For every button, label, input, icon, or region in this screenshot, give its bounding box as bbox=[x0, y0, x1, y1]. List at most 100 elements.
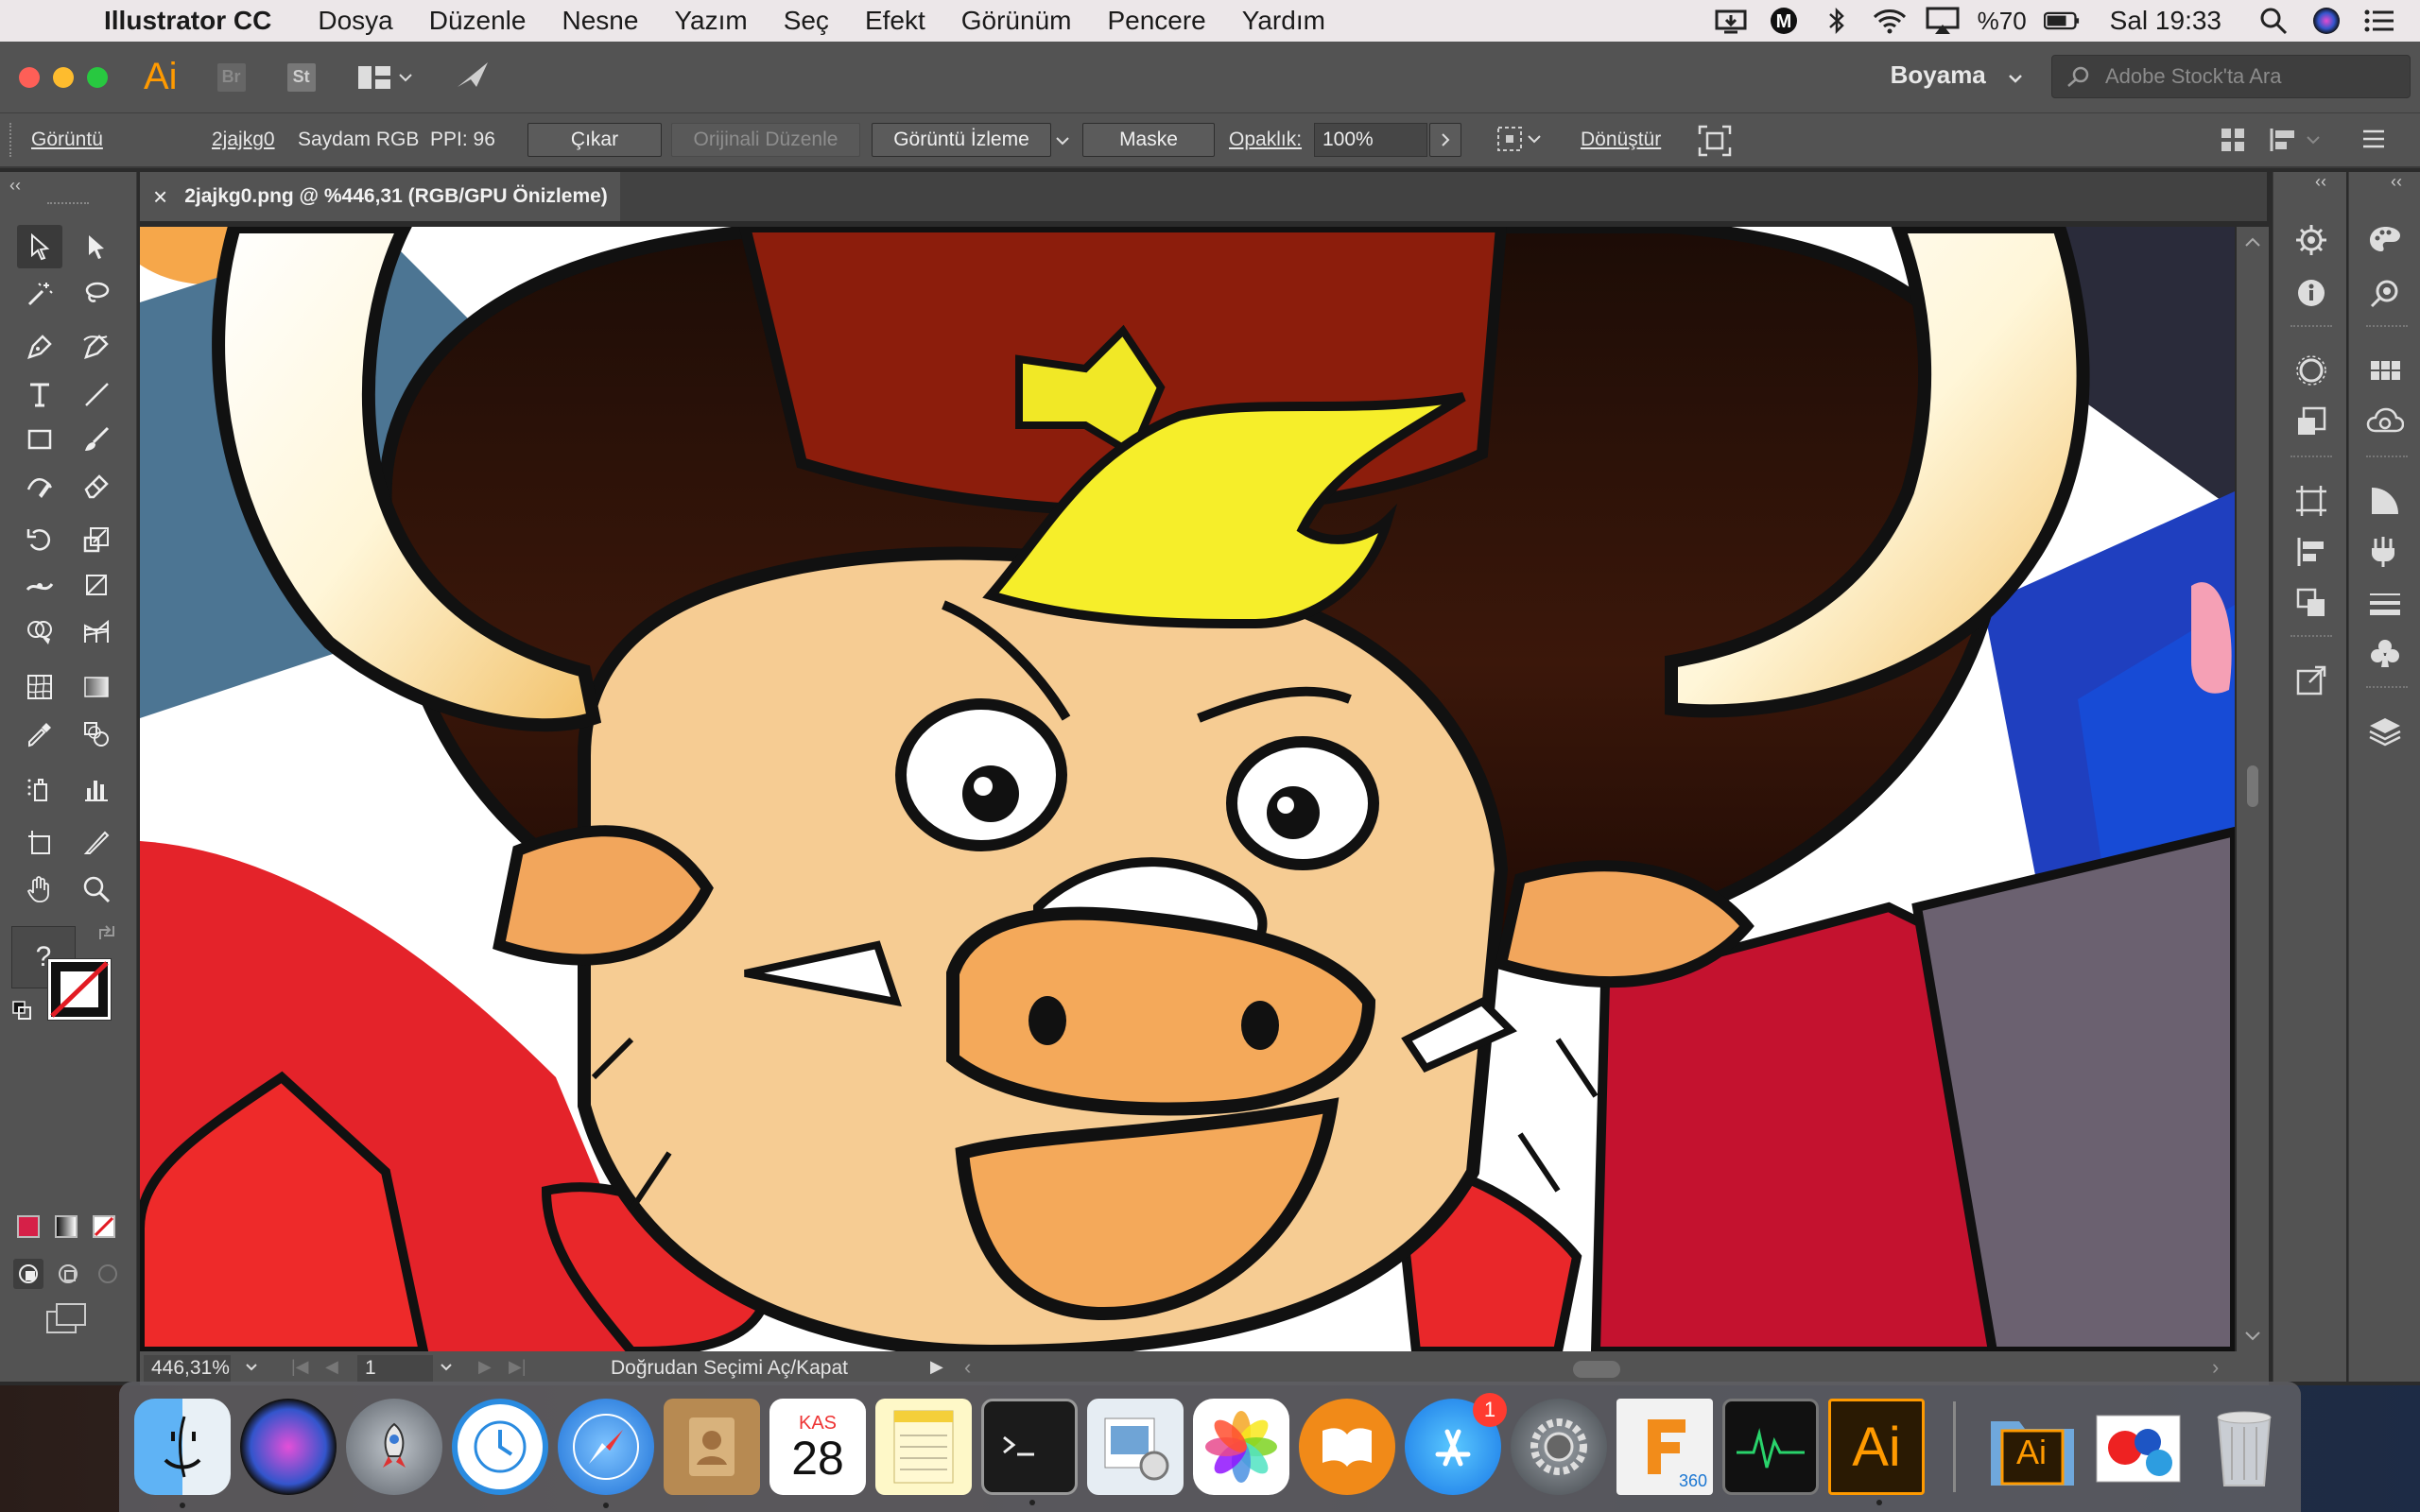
rotate-tool-icon[interactable] bbox=[17, 518, 62, 561]
artboard-dropdown[interactable] bbox=[439, 1357, 454, 1382]
draw-normal-icon[interactable] bbox=[13, 1259, 43, 1289]
calendar-app-icon[interactable]: KAS 28 bbox=[769, 1399, 866, 1495]
collapse-dock-icon[interactable]: ‹‹ bbox=[2391, 172, 2402, 192]
color-mode-button[interactable] bbox=[17, 1215, 40, 1238]
collapse-dock-icon[interactable]: ‹‹ bbox=[2315, 172, 2326, 192]
dock-group-grip[interactable] bbox=[2366, 325, 2408, 327]
ibooks-app-icon[interactable] bbox=[1299, 1399, 1395, 1495]
wifi-icon[interactable] bbox=[1872, 6, 1908, 36]
illustrator-folder-stack[interactable]: Ai bbox=[1984, 1399, 2081, 1495]
hand-tool-icon[interactable] bbox=[17, 868, 62, 911]
workspace-switcher[interactable]: Boyama bbox=[1891, 60, 2023, 90]
menu-edit[interactable]: Düzenle bbox=[411, 6, 544, 36]
first-artboard-icon[interactable]: |◀ bbox=[291, 1357, 309, 1377]
status-menu-icon[interactable]: ▶ bbox=[930, 1357, 943, 1377]
vertical-scrollbar[interactable] bbox=[2237, 227, 2269, 1351]
gradient-tool-icon[interactable] bbox=[74, 665, 119, 709]
free-transform-tool-icon[interactable] bbox=[74, 563, 119, 607]
draw-inside-icon[interactable] bbox=[93, 1259, 123, 1289]
document-tab[interactable]: × 2jajkg0.png @ %446,31 (RGB/GPU Önizlem… bbox=[140, 172, 620, 221]
crop-image-icon[interactable] bbox=[1698, 125, 1732, 163]
navigator-icon[interactable] bbox=[2289, 217, 2334, 263]
graphic-styles-icon[interactable] bbox=[2289, 399, 2334, 444]
minimize-window-button[interactable] bbox=[53, 66, 74, 88]
transform-link[interactable]: Dönüştür bbox=[1581, 129, 1661, 151]
column-graph-tool-icon[interactable] bbox=[74, 767, 119, 811]
lasso-tool-icon[interactable] bbox=[74, 272, 119, 316]
downloads-stack[interactable] bbox=[2090, 1399, 2187, 1495]
menu-effect[interactable]: Efekt bbox=[847, 6, 943, 36]
bluetooth-icon[interactable] bbox=[1819, 6, 1855, 36]
collapse-tools-icon[interactable]: ‹‹ bbox=[9, 176, 21, 196]
menu-window[interactable]: Pencere bbox=[1089, 6, 1223, 36]
linked-file-name[interactable]: 2jajkg0 bbox=[212, 129, 275, 151]
photos-app-icon[interactable] bbox=[1193, 1399, 1289, 1495]
swap-fill-stroke-icon[interactable] bbox=[96, 922, 117, 948]
color-guide-icon[interactable] bbox=[2362, 270, 2408, 316]
previous-artboard-icon[interactable]: ◀ bbox=[325, 1357, 338, 1377]
object-type-label[interactable]: Görüntü bbox=[31, 129, 103, 151]
notification-center-icon[interactable] bbox=[2361, 6, 2397, 36]
draw-behind-icon[interactable] bbox=[53, 1259, 83, 1289]
none-mode-button[interactable] bbox=[93, 1215, 115, 1238]
next-artboard-icon[interactable]: ▶ bbox=[478, 1357, 492, 1377]
transform-panel-icon[interactable] bbox=[2289, 478, 2334, 524]
malwarebytes-icon[interactable]: M bbox=[1766, 6, 1802, 36]
stroke-panel-icon[interactable] bbox=[2362, 580, 2408, 626]
dock-group-grip[interactable] bbox=[2290, 325, 2332, 327]
preview-app-icon[interactable] bbox=[1087, 1399, 1184, 1495]
dock-group-grip[interactable] bbox=[2366, 686, 2408, 688]
stock-button[interactable]: St bbox=[286, 62, 316, 92]
menu-type[interactable]: Yazım bbox=[656, 6, 765, 36]
type-tool-icon[interactable] bbox=[17, 372, 62, 416]
cc-libraries-icon[interactable] bbox=[2362, 399, 2408, 444]
horizontal-scroll-thumb[interactable] bbox=[1573, 1361, 1620, 1378]
bridge-button[interactable]: Br bbox=[216, 62, 246, 92]
blend-tool-icon[interactable] bbox=[74, 713, 119, 756]
symbol-sprayer-tool-icon[interactable] bbox=[17, 767, 62, 811]
vertical-scroll-thumb[interactable] bbox=[2247, 765, 2258, 807]
pathfinder-icon[interactable] bbox=[2289, 580, 2334, 626]
appearance-icon[interactable] bbox=[2289, 348, 2334, 393]
mail-app-icon[interactable] bbox=[452, 1399, 548, 1495]
align-panel-dock-icon[interactable] bbox=[2289, 529, 2334, 575]
battery-icon[interactable] bbox=[2043, 6, 2080, 36]
fusion-360-app-icon[interactable]: 360 bbox=[1616, 1399, 1713, 1495]
menubar-clock[interactable]: Sal 19:33 bbox=[2110, 6, 2221, 36]
image-trace-button[interactable]: Görüntü İzleme bbox=[872, 123, 1051, 157]
opacity-input[interactable]: 100% bbox=[1314, 123, 1427, 157]
magic-wand-tool-icon[interactable] bbox=[17, 272, 62, 316]
menu-select[interactable]: Seç bbox=[766, 6, 847, 36]
image-trace-presets-dropdown[interactable] bbox=[1051, 125, 1074, 157]
align-panel-icon[interactable] bbox=[2220, 127, 2246, 159]
zoom-level-field[interactable]: 446,31% bbox=[144, 1355, 231, 1382]
creative-cloud-sync-icon[interactable] bbox=[1713, 6, 1749, 36]
tools-panel-grip[interactable] bbox=[47, 202, 89, 208]
info-icon[interactable] bbox=[2289, 270, 2334, 316]
siri-icon[interactable] bbox=[2308, 6, 2344, 36]
artboard-number-field[interactable]: 1 bbox=[357, 1355, 433, 1382]
brushes-icon[interactable] bbox=[2362, 529, 2408, 575]
mask-button[interactable]: Maske bbox=[1082, 123, 1215, 157]
spotlight-search-icon[interactable] bbox=[2256, 6, 2291, 36]
menu-file[interactable]: Dosya bbox=[300, 6, 410, 36]
slice-tool-icon[interactable] bbox=[74, 820, 119, 864]
default-fill-stroke-icon[interactable] bbox=[11, 1000, 32, 1025]
artboard-canvas[interactable] bbox=[140, 227, 2235, 1351]
scroll-up-icon[interactable] bbox=[2237, 232, 2269, 251]
mesh-tool-icon[interactable] bbox=[17, 665, 62, 709]
scroll-down-icon[interactable] bbox=[2237, 1327, 2269, 1346]
paintbrush-tool-icon[interactable] bbox=[74, 418, 119, 461]
dock-group-grip[interactable] bbox=[2366, 455, 2408, 457]
shape-builder-tool-icon[interactable] bbox=[17, 610, 62, 654]
edit-original-button[interactable]: Orijinali Düzenle bbox=[671, 123, 860, 157]
dock-group-grip[interactable] bbox=[2290, 635, 2332, 637]
reference-point-selector[interactable] bbox=[1495, 125, 1541, 153]
color-panel-icon[interactable] bbox=[2362, 217, 2408, 263]
scroll-left-icon[interactable]: ‹ bbox=[964, 1355, 971, 1380]
gradient-panel-icon[interactable] bbox=[2362, 478, 2408, 524]
scroll-right-icon[interactable]: › bbox=[2212, 1355, 2219, 1380]
siri-app-icon[interactable] bbox=[240, 1399, 337, 1495]
arrange-documents-icon[interactable] bbox=[357, 65, 412, 90]
dock-group-grip[interactable] bbox=[2290, 455, 2332, 457]
